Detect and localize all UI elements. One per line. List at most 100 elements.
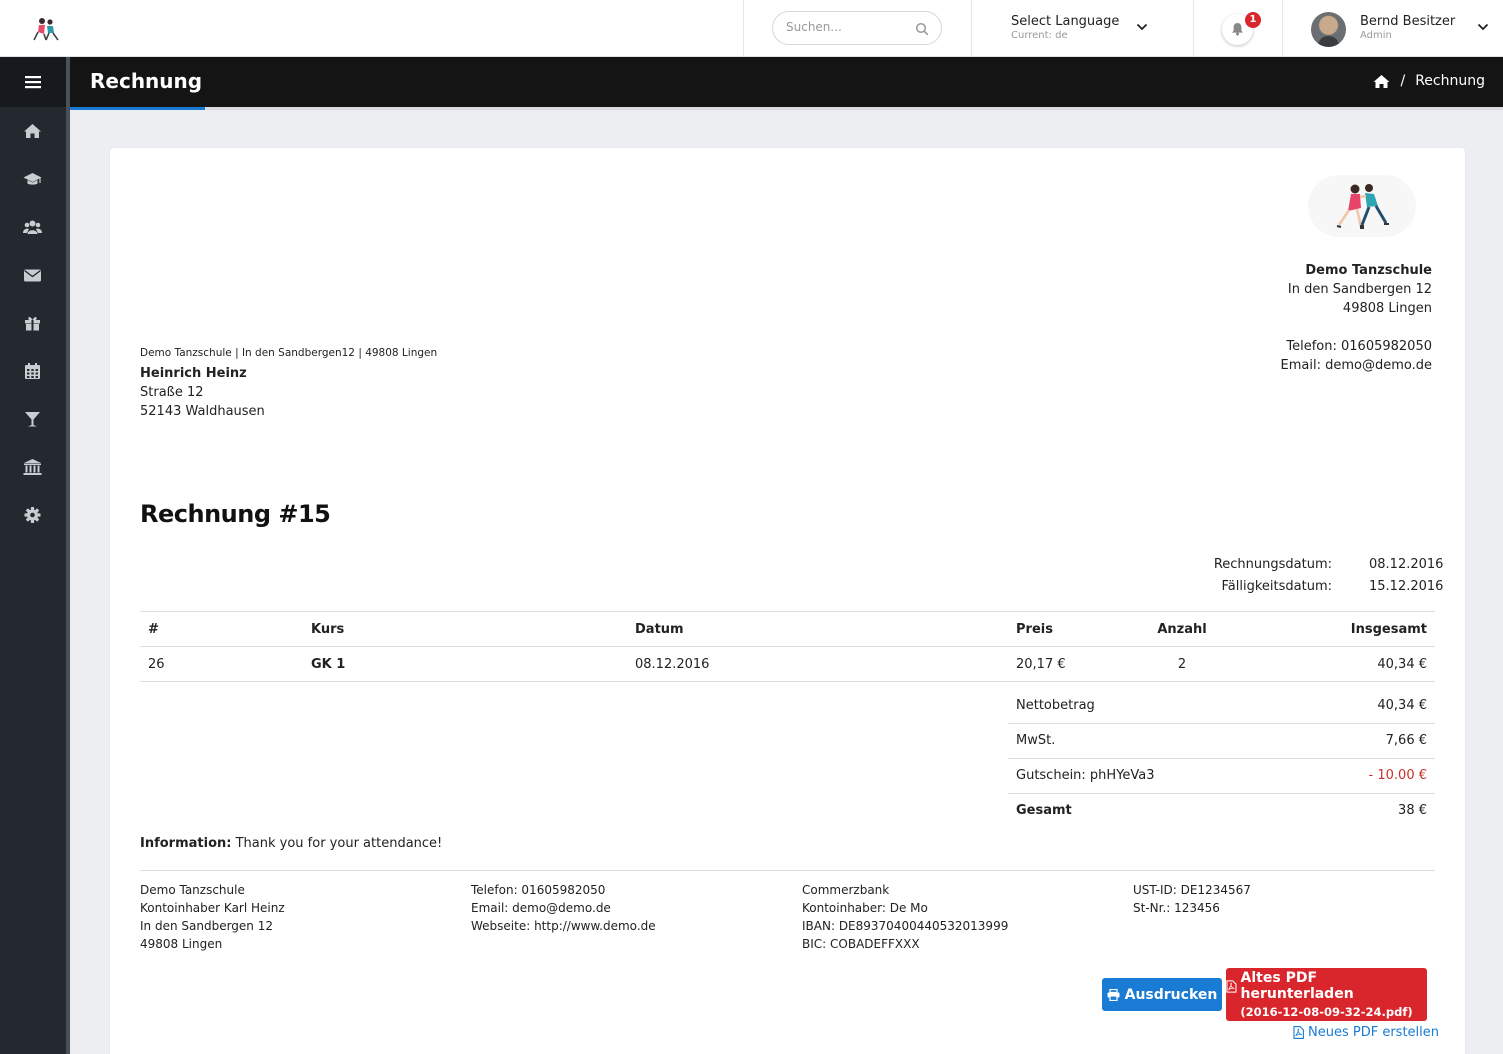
invoice-title: Rechnung #15 <box>140 500 331 528</box>
row-course: GK 1 <box>303 646 627 682</box>
company-city: 49808 Lingen <box>1342 301 1432 316</box>
envelope-icon[interactable] <box>23 266 42 284</box>
table-row: 26 GK 1 08.12.2016 20,17 € 2 40,34 € <box>140 646 1435 682</box>
sender-line: Demo Tanzschule | In den Sandbergen12 | … <box>140 347 438 359</box>
pdf-file-icon <box>1226 979 1237 993</box>
print-button-label: Ausdrucken <box>1124 986 1218 1003</box>
footer-line: Telefon: 01605982050 <box>471 883 606 897</box>
gear-icon[interactable] <box>23 506 42 524</box>
app-logo[interactable] <box>32 16 60 42</box>
column-header: Datum <box>627 611 1008 647</box>
language-current: Current: de <box>1011 30 1068 41</box>
footer-contact: Telefon: 01605982050 Email: demo@demo.de… <box>471 881 656 935</box>
chevron-down-icon[interactable] <box>1136 23 1148 31</box>
vat-value: 7,66 € <box>1296 723 1435 759</box>
recipient-street: Straße 12 <box>140 385 204 400</box>
search-icon[interactable] <box>915 22 929 36</box>
column-header: Anzahl <box>1129 611 1235 647</box>
column-header: Insgesamt <box>1235 611 1435 647</box>
footer-line: IBAN: DE89370400440532013999 <box>802 919 1009 933</box>
information-label: Information: <box>140 836 232 851</box>
company-email: Email: demo@demo.de <box>1280 358 1432 373</box>
printer-icon <box>1107 988 1120 1001</box>
page-header: Rechnung / Rechnung <box>70 57 1503 107</box>
pdf-file-icon <box>1293 1026 1304 1039</box>
voucher-label: Gutschein: phHYeVa3 <box>1008 758 1297 794</box>
dancers-logo-icon <box>1336 184 1389 229</box>
gift-icon[interactable] <box>23 314 42 332</box>
bank-icon[interactable] <box>23 458 42 476</box>
create-new-pdf-label: Neues PDF erstellen <box>1308 1025 1439 1040</box>
user-menu[interactable]: Bernd Besitzer Admin <box>1360 14 1455 41</box>
invoice-date-row: Rechnungsdatum: 08.12.2016 <box>1132 554 1444 576</box>
language-label: Select Language <box>1011 14 1120 29</box>
sidebar-header <box>0 57 66 107</box>
footer-line: St-Nr.: 123456 <box>1133 901 1220 915</box>
download-old-pdf-button[interactable]: Altes PDF herunterladen (2016-12-08-09-3… <box>1226 968 1427 1021</box>
grand-total-label: Gesamt <box>1016 803 1072 819</box>
notification-badge: 1 <box>1245 12 1261 28</box>
header-accent-underline <box>70 107 205 110</box>
due-date-label: Fälligkeitsdatum: <box>1221 579 1332 594</box>
search-input[interactable] <box>786 20 911 34</box>
grand-total-value: 38 € <box>1398 803 1427 819</box>
recipient-city: 52143 Waldhausen <box>140 404 265 419</box>
totals-row: Nettobetrag 40,34 € <box>1008 688 1435 724</box>
avatar[interactable] <box>1311 12 1346 47</box>
search-box[interactable] <box>772 11 942 45</box>
due-date-value: 15.12.2016 <box>1369 579 1444 594</box>
row-quantity: 2 <box>1129 646 1235 682</box>
footer-line: In den Sandbergen 12 <box>140 919 273 933</box>
row-number: 26 <box>140 646 303 682</box>
home-icon[interactable] <box>23 122 42 140</box>
footer-company: Demo Tanzschule Kontoinhaber Karl Heinz … <box>140 881 285 953</box>
divider <box>1282 0 1283 57</box>
footer-line: UST-ID: DE1234567 <box>1133 883 1251 897</box>
company-logo <box>1308 175 1416 237</box>
net-label: Nettobetrag <box>1008 688 1297 724</box>
breadcrumb-current: Rechnung <box>1415 73 1485 89</box>
footer-line: Kontoinhaber: De Mo <box>802 901 928 915</box>
footer-line: Webseite: http://www.demo.de <box>471 919 656 933</box>
totals-row: Gesamt 38 € <box>1008 793 1435 828</box>
users-icon[interactable] <box>23 218 42 236</box>
footer-line: BIC: COBADEFFXXX <box>802 937 920 951</box>
graduation-cap-icon[interactable] <box>23 170 42 188</box>
footer-line: Email: demo@demo.de <box>471 901 611 915</box>
company-phone: Telefon: 01605982050 <box>1286 339 1432 354</box>
hamburger-menu-icon[interactable] <box>25 75 41 89</box>
row-price: 20,17 € <box>1008 646 1129 682</box>
calendar-icon[interactable] <box>23 362 42 380</box>
language-selector[interactable]: Select Language Current: de <box>1011 14 1119 41</box>
column-header: # <box>140 611 303 647</box>
create-new-pdf-link[interactable]: Neues PDF erstellen <box>1293 1025 1439 1040</box>
footer-line: 49808 Lingen <box>140 937 223 951</box>
sidebar <box>0 57 66 1054</box>
company-address: Demo Tanzschule In den Sandbergen 12 498… <box>1281 261 1432 375</box>
cocktail-icon[interactable] <box>23 410 42 428</box>
company-name: Demo Tanzschule <box>1305 263 1432 278</box>
user-role: Admin <box>1360 30 1392 41</box>
old-pdf-filename: (2016-12-08-09-32-24.pdf) <box>1240 1005 1413 1019</box>
footer-bank: Commerzbank Kontoinhaber: De Mo IBAN: DE… <box>802 881 1008 953</box>
home-icon[interactable] <box>1373 74 1390 89</box>
row-date: 08.12.2016 <box>627 646 1008 682</box>
footer-divider <box>140 870 1435 871</box>
invoice-card: Demo Tanzschule In den Sandbergen 12 498… <box>110 148 1465 1054</box>
page-title: Rechnung <box>90 69 203 93</box>
voucher-value: - 10.00 € <box>1296 758 1435 794</box>
print-button[interactable]: Ausdrucken <box>1102 978 1222 1011</box>
invoice-date-label: Rechnungsdatum: <box>1213 557 1332 572</box>
invoice-date-value: 08.12.2016 <box>1369 557 1444 572</box>
divider <box>1193 0 1194 57</box>
due-date-row: Fälligkeitsdatum: 15.12.2016 <box>1132 576 1444 598</box>
information-text: Thank you for your attendance! <box>235 836 443 851</box>
breadcrumb: / Rechnung <box>1373 73 1485 89</box>
column-header: Kurs <box>303 611 627 647</box>
vat-label: MwSt. <box>1008 723 1297 759</box>
table-header-row: # Kurs Datum Preis Anzahl Insgesamt <box>140 611 1435 647</box>
breadcrumb-separator: / <box>1400 73 1406 89</box>
chevron-down-icon[interactable] <box>1477 23 1489 31</box>
user-name: Bernd Besitzer <box>1360 14 1456 29</box>
recipient-address: Heinrich Heinz Straße 12 52143 Waldhause… <box>140 364 265 421</box>
